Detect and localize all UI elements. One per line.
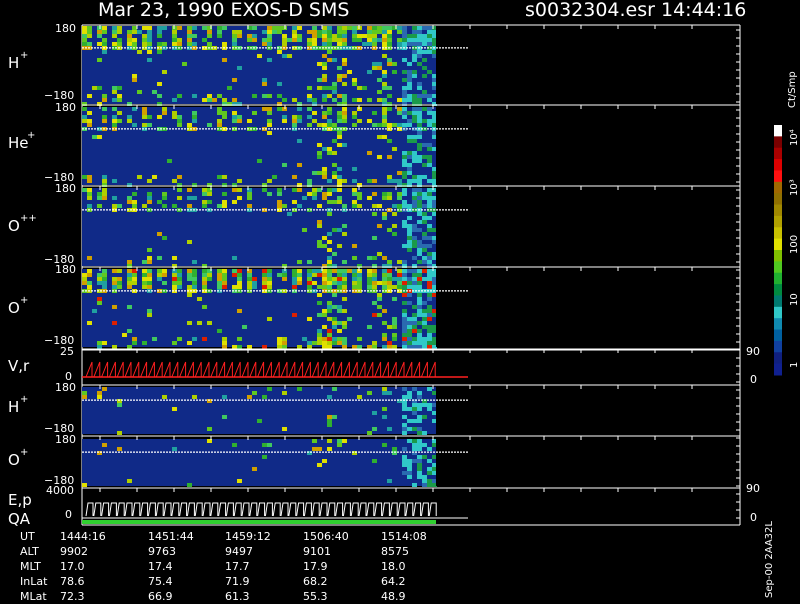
side-id-label: Sep-00 2AA32L bbox=[764, 521, 775, 598]
colorbar-swatch bbox=[774, 329, 782, 342]
colorbar-label-1e3: 10³ bbox=[789, 179, 800, 196]
colorbar-unit: Ct/Smp bbox=[787, 71, 798, 108]
heatmap-o-plus bbox=[82, 269, 468, 349]
heatmap-o-plusplus bbox=[82, 188, 468, 268]
svg-text:H: H bbox=[8, 54, 19, 72]
eph-value: 72.3 bbox=[60, 590, 85, 600]
colorbar-swatch bbox=[774, 227, 782, 240]
heatmap-he-plus bbox=[82, 107, 468, 187]
svg-text:E,p: E,p bbox=[8, 491, 32, 509]
heatmap-h-plus bbox=[82, 26, 468, 106]
svg-text:O: O bbox=[8, 217, 20, 235]
colorbar-swatch bbox=[774, 250, 782, 262]
eph-value: 17.9 bbox=[303, 560, 328, 573]
ytick-p6-top: 180 bbox=[55, 433, 76, 446]
colorbar-swatch bbox=[774, 215, 782, 228]
heatmap-h-plus-2 bbox=[82, 387, 468, 435]
eph-value: 8575 bbox=[381, 545, 409, 558]
eph-label-alt: ALT bbox=[20, 545, 39, 558]
eph-value: 1451:44 bbox=[148, 530, 194, 543]
ytick-p1-top: 180 bbox=[55, 22, 76, 35]
svg-text:H: H bbox=[8, 398, 19, 416]
colorbar-swatch bbox=[774, 204, 782, 217]
eph-value: 66.9 bbox=[148, 590, 173, 600]
colorbar-swatch bbox=[774, 363, 782, 376]
eph-value: 17.4 bbox=[148, 560, 173, 573]
right-tick-vr-top: 90 bbox=[746, 345, 760, 358]
eph-value: 1514:08 bbox=[381, 530, 427, 543]
eph-value: 9763 bbox=[148, 545, 176, 558]
svg-text:V,r: V,r bbox=[8, 357, 30, 375]
eph-value: 64.2 bbox=[381, 575, 406, 588]
colorbar-swatch bbox=[774, 181, 782, 194]
colorbar-swatch bbox=[774, 340, 782, 353]
eph-value: 1444:16 bbox=[60, 530, 106, 543]
ytick-p2-top: 180 bbox=[55, 101, 76, 114]
colorbar-swatch bbox=[774, 272, 782, 285]
colorbar-label-1e4: 10⁴ bbox=[789, 129, 800, 146]
ytick-ep-top: 4000 bbox=[46, 484, 74, 497]
eph-value: 1506:40 bbox=[303, 530, 349, 543]
panel-label-vr: V,r bbox=[8, 357, 30, 375]
svg-text:He: He bbox=[8, 134, 29, 152]
ytick-vr-top: 25 bbox=[60, 345, 74, 358]
eph-value: 17.0 bbox=[60, 560, 85, 573]
svg-text:QA: QA bbox=[8, 510, 31, 528]
eph-value: 61.3 bbox=[225, 590, 250, 600]
colorbar-swatch bbox=[774, 136, 782, 149]
ytick-ep-bot: 0 bbox=[65, 508, 72, 521]
right-tick-vr-bot: 0 bbox=[750, 373, 757, 386]
svg-text:+: + bbox=[20, 447, 28, 458]
eph-value: 17.7 bbox=[225, 560, 250, 573]
file-info: s0032304.esr 14:44:16 bbox=[525, 0, 746, 21]
plot-title: Mar 23, 1990 EXOS-D SMS bbox=[98, 0, 349, 21]
colorbar-label-1: 1 bbox=[789, 362, 800, 368]
colorbar-swatch bbox=[774, 318, 782, 331]
colorbar-label-10: 10 bbox=[789, 293, 800, 306]
svg-text:+: + bbox=[20, 394, 28, 405]
colorbar-swatch bbox=[774, 159, 782, 171]
svg-text:O: O bbox=[8, 451, 20, 469]
eph-value: 9101 bbox=[303, 545, 331, 558]
colorbar-swatch bbox=[774, 306, 782, 319]
eph-value: 9902 bbox=[60, 545, 88, 558]
colorbar-swatch bbox=[774, 295, 782, 308]
colorbar-swatch bbox=[774, 284, 782, 296]
eph-value: 78.6 bbox=[60, 575, 85, 588]
ytick-p3-top: 180 bbox=[55, 182, 76, 195]
eph-value: 71.9 bbox=[225, 575, 250, 588]
svg-text:+: + bbox=[20, 295, 28, 306]
ytick-p4-top: 180 bbox=[55, 263, 76, 276]
eph-value: 1459:12 bbox=[225, 530, 271, 543]
svg-text:+: + bbox=[27, 130, 35, 141]
svg-text:++: ++ bbox=[20, 213, 37, 224]
heatmap-o-plus-2 bbox=[82, 439, 468, 487]
eph-value: 48.9 bbox=[381, 590, 406, 600]
colorbar-swatch bbox=[774, 170, 782, 183]
right-tick-ep-bot: 0 bbox=[750, 511, 757, 524]
eph-value: 18.0 bbox=[381, 560, 406, 573]
eph-value: 9497 bbox=[225, 545, 253, 558]
right-tick-ep-top: 90 bbox=[746, 482, 760, 495]
colorbar-swatch bbox=[774, 147, 782, 160]
svg-text:O: O bbox=[8, 299, 20, 317]
colorbar-swatch bbox=[774, 125, 782, 137]
ytick-p5-top: 180 bbox=[55, 381, 76, 394]
eph-label-mlt: MLT bbox=[20, 560, 41, 573]
eph-value: 75.4 bbox=[148, 575, 173, 588]
colorbar-swatch bbox=[774, 352, 782, 365]
eph-label-mlat: MLat bbox=[20, 590, 47, 600]
colorbar-swatch bbox=[774, 261, 782, 274]
colorbar-swatch bbox=[774, 193, 782, 206]
spectrogram-figure: Mar 23, 1990 EXOS-D SMS s0032304.esr 14:… bbox=[0, 0, 800, 603]
eph-label-inlat: InLat bbox=[20, 575, 48, 588]
eph-value: 68.2 bbox=[303, 575, 328, 588]
colorbar bbox=[774, 125, 782, 376]
colorbar-swatch bbox=[774, 238, 782, 251]
colorbar-label-100: 100 bbox=[789, 235, 800, 254]
svg-text:+: + bbox=[20, 50, 28, 61]
eph-value: 55.3 bbox=[303, 590, 328, 600]
panel-label-ep-qa: E,p QA bbox=[8, 491, 32, 528]
eph-label-ut: UT bbox=[20, 530, 35, 543]
